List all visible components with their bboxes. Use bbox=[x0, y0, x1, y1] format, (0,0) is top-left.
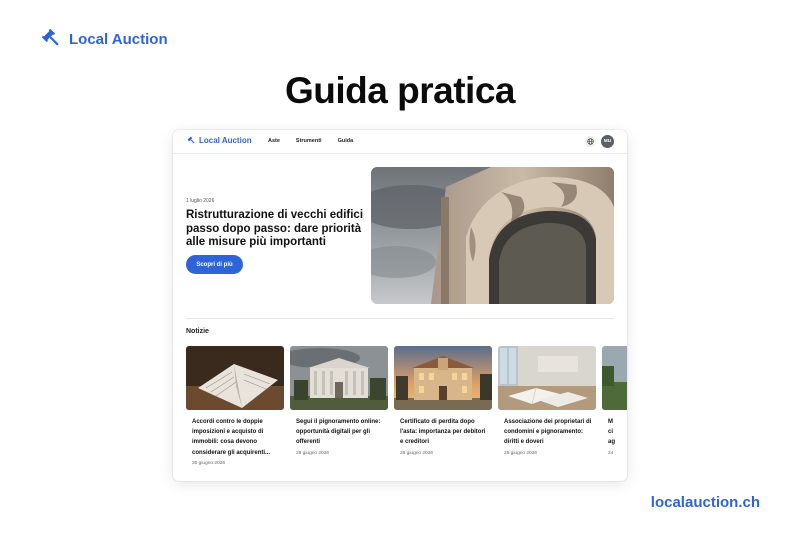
news-date: 24 bbox=[608, 450, 614, 456]
preview-logo[interactable]: Local Auction bbox=[187, 136, 252, 145]
brand-logo[interactable]: Local Auction bbox=[42, 29, 168, 49]
news-thumbnail bbox=[394, 346, 492, 410]
discover-more-button[interactable]: Scopri di più bbox=[186, 255, 243, 274]
gavel-icon bbox=[187, 136, 196, 145]
news-heading: Notizie bbox=[186, 328, 209, 335]
preview-navbar: Local Auction Aste Strumenti Guida MU bbox=[173, 130, 627, 154]
hero-title[interactable]: Ristrutturazione di vecchi edifici passo… bbox=[186, 209, 366, 250]
news-thumbnail bbox=[498, 346, 596, 410]
news-title: Accordi contro le doppie imposizioni e a… bbox=[192, 419, 271, 456]
news-date: 29 giugno 2026 bbox=[296, 450, 330, 456]
news-date: 30 giugno 2026 bbox=[192, 460, 226, 466]
section-divider bbox=[186, 318, 614, 319]
preview-logo-text: Local Auction bbox=[199, 136, 252, 145]
gavel-icon bbox=[42, 29, 62, 49]
globe-icon bbox=[587, 138, 594, 145]
language-button[interactable] bbox=[585, 136, 596, 147]
news-thumbnail bbox=[602, 346, 627, 410]
news-card[interactable]: Associazione dei proprietari di condomin… bbox=[498, 346, 596, 456]
user-avatar[interactable]: MU bbox=[601, 135, 614, 148]
news-title: Associazione dei proprietari di condomin… bbox=[504, 419, 592, 446]
site-preview: Local Auction Aste Strumenti Guida MU 1 … bbox=[173, 130, 627, 481]
nav-link-strumenti[interactable]: Strumenti bbox=[296, 138, 322, 144]
news-date: 26 giugno 2026 bbox=[400, 450, 434, 456]
brand-name: Local Auction bbox=[69, 30, 168, 48]
page-headline: Guida pratica bbox=[285, 70, 515, 111]
hero-image[interactable] bbox=[371, 167, 614, 304]
hero-date: 1 luglio 2026 bbox=[186, 198, 215, 204]
news-card[interactable]: Certificato di perdita dopo l'asta: impo… bbox=[394, 346, 492, 456]
site-url[interactable]: localauction.ch bbox=[651, 494, 760, 511]
news-title: Segui il pignoramento online: opportunit… bbox=[296, 419, 381, 446]
news-title: Certificato di perdita dopo l'asta: impo… bbox=[400, 419, 486, 446]
news-title: M ci ag bbox=[608, 419, 616, 446]
news-card[interactable]: M ci ag 24 bbox=[602, 346, 627, 456]
news-thumbnail bbox=[186, 346, 284, 410]
news-card[interactable]: Accordi contro le doppie imposizioni e a… bbox=[186, 346, 284, 466]
news-card[interactable]: Segui il pignoramento online: opportunit… bbox=[290, 346, 388, 456]
news-date: 25 giugno 2026 bbox=[504, 450, 538, 456]
news-thumbnail bbox=[290, 346, 388, 410]
nav-link-guida[interactable]: Guida bbox=[338, 138, 354, 144]
nav-link-aste[interactable]: Aste bbox=[268, 138, 280, 144]
